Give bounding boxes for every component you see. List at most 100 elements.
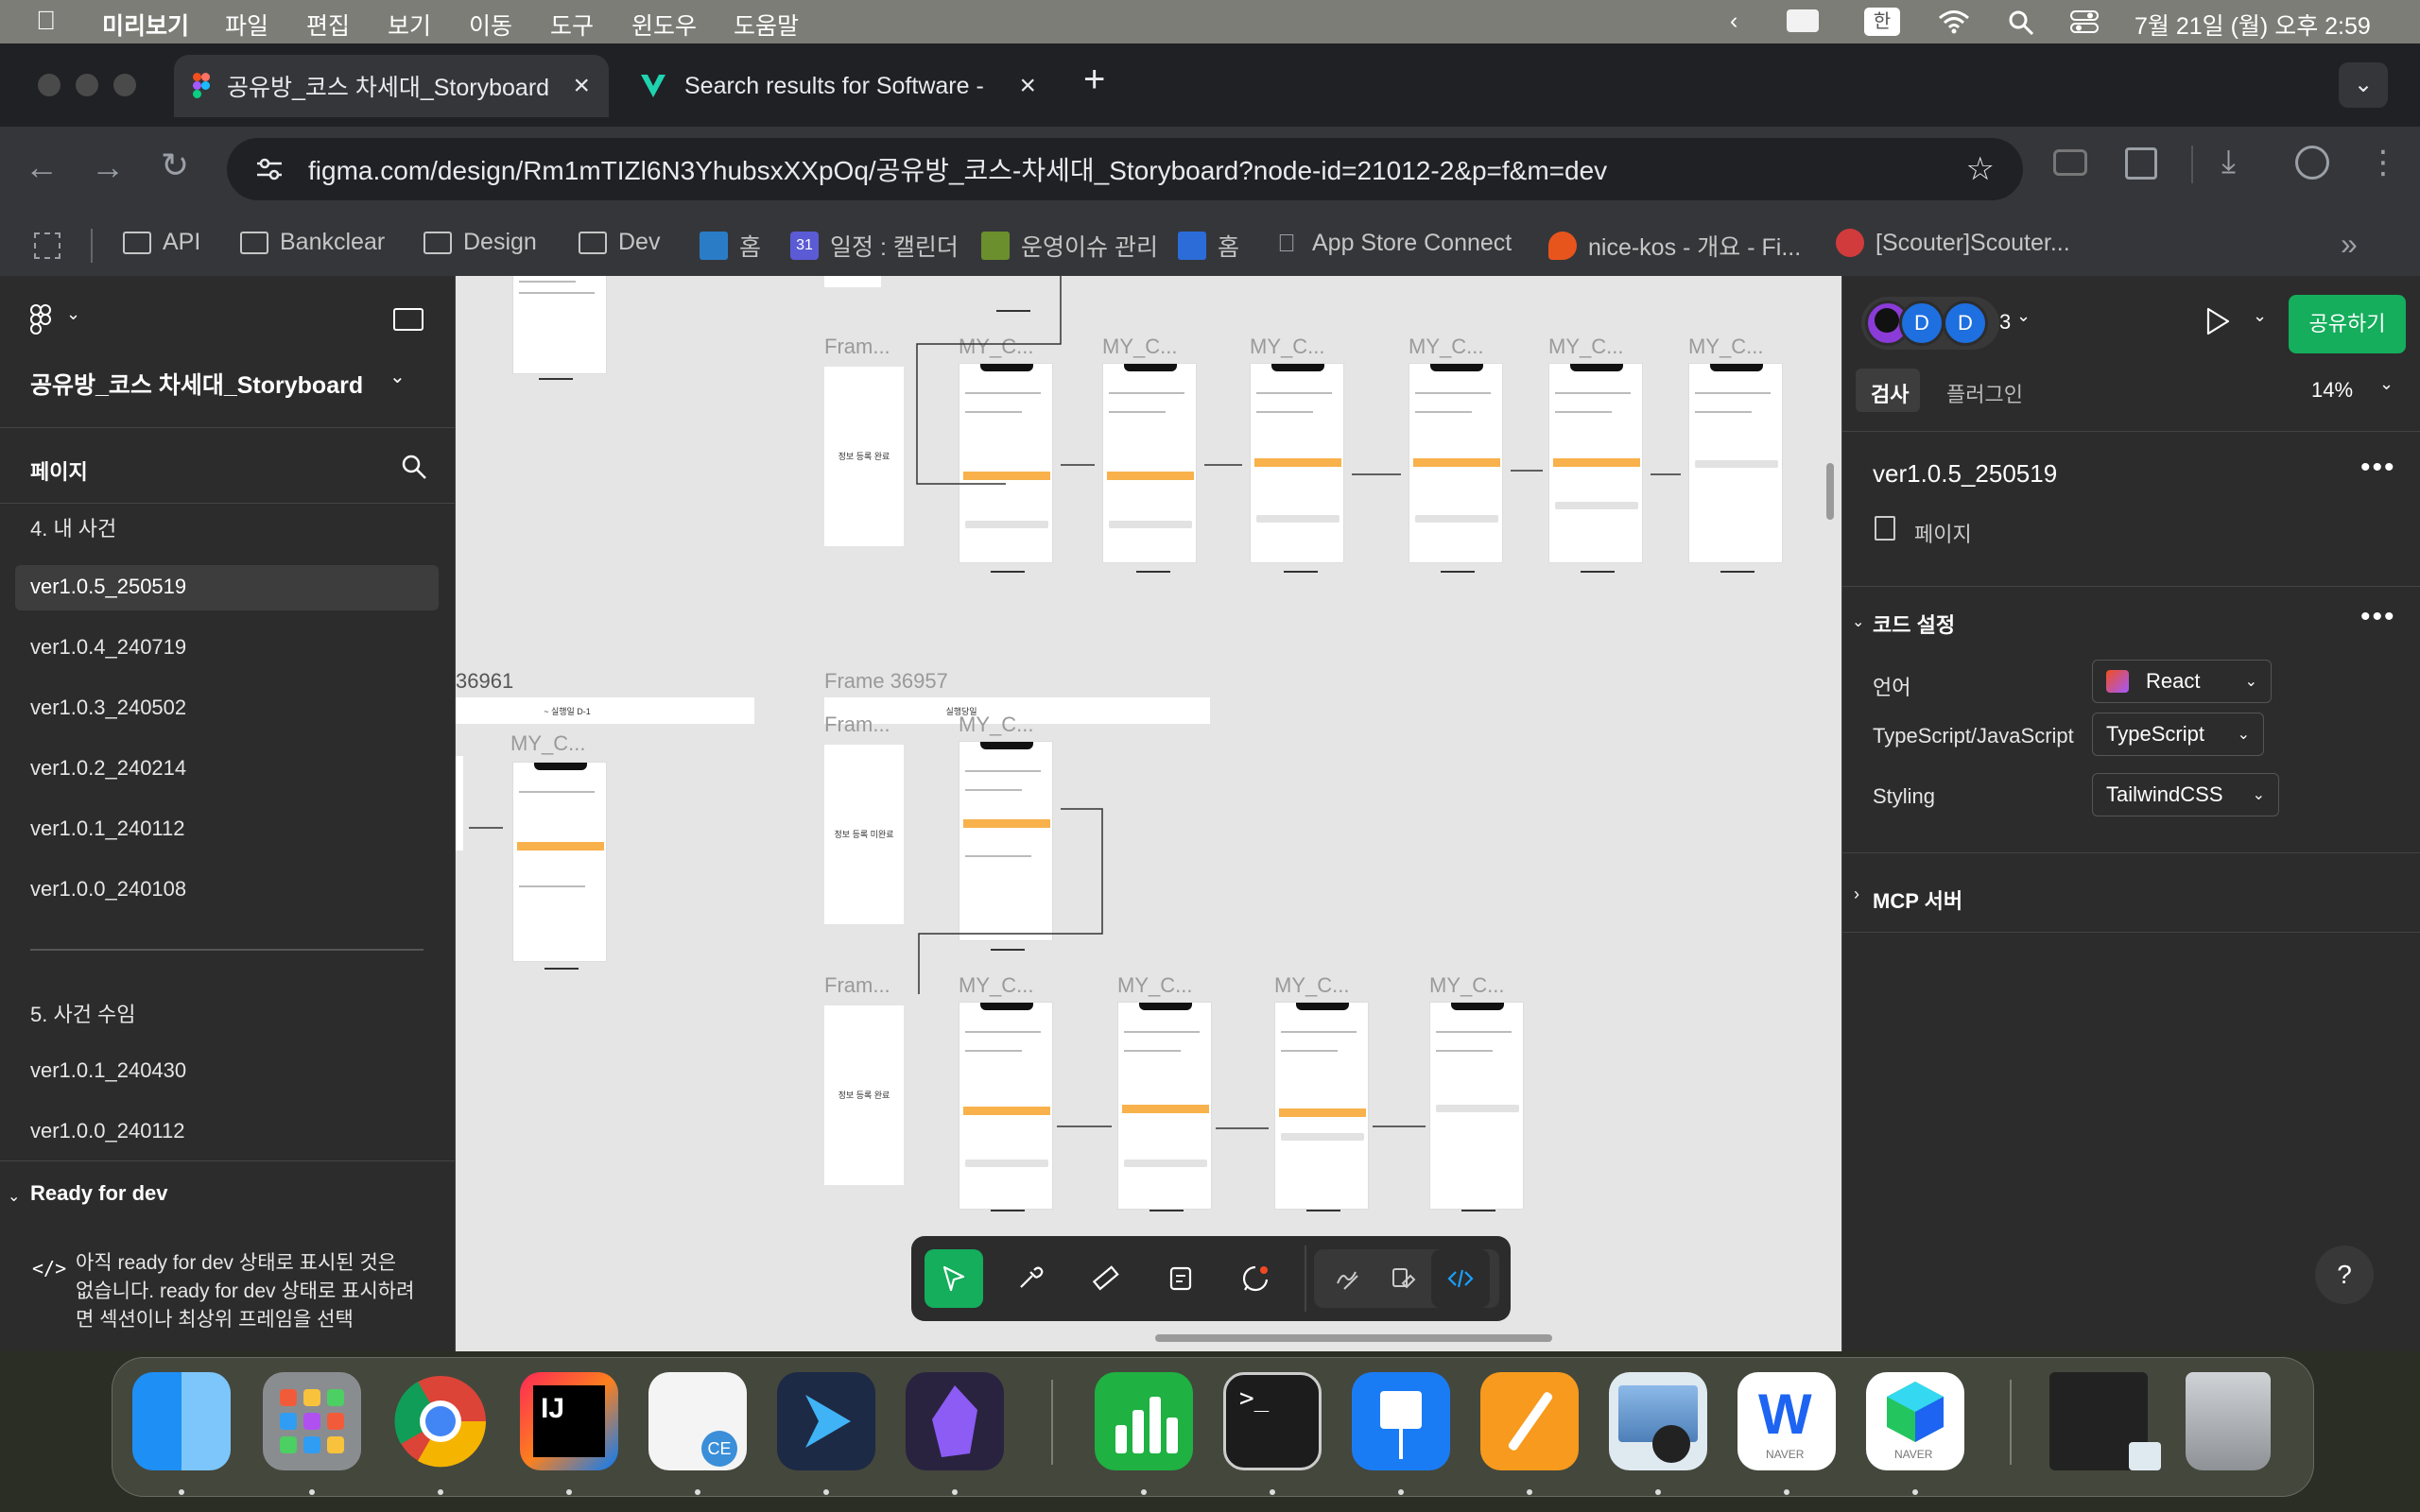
address-bar[interactable]: figma.com/design/Rm1mTIZl6N3YhubsxXXpOq/…	[227, 138, 2023, 200]
chevron-down-icon[interactable]: ⌄	[2016, 306, 2031, 326]
frame-label[interactable]: Fram...	[824, 335, 890, 359]
avatar[interactable]: D	[1943, 301, 1988, 346]
figma-logo-icon[interactable]	[30, 304, 51, 335]
screen-label[interactable]: MY_C...	[959, 973, 1033, 998]
tab-inspect[interactable]: 검사	[1871, 378, 1909, 408]
play-icon[interactable]	[2204, 306, 2232, 336]
bookmark-calendar[interactable]: 31 일정 : 캘린더	[790, 229, 959, 263]
menu-tools[interactable]: 도구	[550, 8, 594, 42]
bookmark-app-store-connect[interactable]:  App Store Connect	[1272, 229, 1512, 257]
search-icon[interactable]	[2008, 9, 2034, 36]
chevron-down-icon[interactable]: ⌄	[8, 1187, 20, 1206]
collaborator-count[interactable]: 3	[1999, 310, 2011, 335]
ts-select[interactable]: TypeScript ⌄	[2092, 713, 2264, 756]
more-options-icon[interactable]: •••	[2360, 452, 2396, 484]
extensions-icon[interactable]	[2125, 147, 2157, 180]
terminal-icon[interactable]: >_	[1223, 1372, 1322, 1470]
numbers-icon[interactable]	[1095, 1372, 1193, 1470]
new-tab-button[interactable]: +	[1083, 59, 1105, 101]
bookmark-nice-kos[interactable]: nice-kos - 개요 - Fi...	[1548, 229, 1801, 263]
design-mode-button[interactable]	[1374, 1249, 1433, 1308]
sidebar-toggle-icon[interactable]	[393, 308, 424, 331]
screen-label[interactable]: MY_C...	[1117, 973, 1192, 998]
recent-document-thumbnail[interactable]	[2049, 1372, 2161, 1470]
keynote-icon[interactable]	[1352, 1372, 1450, 1470]
naver-icon[interactable]: NAVER	[1866, 1372, 1964, 1470]
screen-thumbnail[interactable]	[959, 1002, 1053, 1210]
chrome-icon[interactable]	[391, 1372, 490, 1470]
window-zoom-button[interactable]	[113, 74, 136, 96]
screen-thumbnail[interactable]	[1688, 363, 1783, 563]
frame-label[interactable]: 36961	[456, 669, 513, 694]
arrow-app-icon[interactable]	[777, 1372, 875, 1470]
bookmark-home-2[interactable]: 홈	[1178, 229, 1239, 263]
screen-label[interactable]: MY_C...	[1688, 335, 1763, 359]
horizontal-scrollbar[interactable]	[1155, 1334, 1552, 1342]
pages-icon[interactable]	[1480, 1372, 1579, 1470]
language-select[interactable]: React ⌄	[2092, 660, 2272, 703]
window-minimize-button[interactable]	[76, 74, 98, 96]
trash-icon[interactable]	[2186, 1372, 2271, 1470]
share-button[interactable]: 공유하기	[2289, 295, 2406, 353]
chevron-down-icon[interactable]: ⌄	[1852, 612, 1864, 631]
chevron-down-icon[interactable]: ⌄	[2379, 374, 2394, 394]
eyedropper-tool-button[interactable]	[1000, 1249, 1059, 1308]
profile-icon[interactable]	[2295, 146, 2329, 180]
frame-label[interactable]: Fram...	[824, 973, 890, 998]
download-icon[interactable]: ⤓	[2221, 144, 2236, 180]
file-name[interactable]: 공유방_코스 차세대_Storyboard	[30, 367, 363, 401]
launchpad-icon[interactable]	[263, 1372, 361, 1470]
comment-tool-button[interactable]	[1227, 1249, 1286, 1308]
menu-file[interactable]: 파일	[225, 8, 268, 42]
page-item[interactable]: ver1.0.4_240719	[30, 635, 186, 660]
control-center-icon[interactable]	[2070, 9, 2099, 34]
screen-thumbnail[interactable]	[1117, 1002, 1212, 1210]
bookmark-home-1[interactable]: 홈	[700, 229, 761, 263]
chevron-down-icon[interactable]: ⌄	[389, 365, 406, 388]
tab-search-dropdown[interactable]: ⌄	[2339, 62, 2388, 108]
chevron-down-icon[interactable]: ⌄	[66, 304, 80, 324]
more-options-icon[interactable]: •••	[2360, 601, 2396, 633]
whale-icon[interactable]: W NAVER	[1737, 1372, 1836, 1470]
annotate-tool-button[interactable]	[1151, 1249, 1210, 1308]
page-item[interactable]: ver1.0.0_240108	[30, 877, 186, 902]
ready-for-dev-heading[interactable]: Ready for dev	[30, 1181, 168, 1206]
frame-panel[interactable]	[824, 276, 881, 287]
intellij-icon[interactable]: IJ	[520, 1372, 618, 1470]
menu-view[interactable]: 보기	[388, 8, 431, 42]
frame-status-panel[interactable]: 정보 등록 완료	[824, 1005, 904, 1185]
screen-thumbnail[interactable]	[1429, 1002, 1524, 1210]
page-item[interactable]: 4. 내 사건	[30, 512, 116, 542]
design-canvas[interactable]: Fram... 정보 등록 완료 MY_C... MY_C... MY_C...…	[456, 276, 1841, 1351]
keyboard-icon[interactable]	[1787, 9, 1819, 32]
screen-thumbnail[interactable]	[1274, 1002, 1369, 1210]
frame-label[interactable]: Frame 36957	[824, 669, 948, 694]
bookmark-api[interactable]: API	[123, 229, 200, 256]
page-item[interactable]: ver1.0.1_240430	[30, 1058, 186, 1083]
bookmark-dev[interactable]: Dev	[579, 229, 660, 256]
zoom-level[interactable]: 14%	[2311, 378, 2353, 403]
more-vert-icon[interactable]: ⋮	[2367, 144, 2399, 181]
bookmark-scouter[interactable]: [Scouter]Scouter...	[1836, 229, 2070, 257]
bookmark-design[interactable]: Design	[424, 229, 537, 256]
bookmark-star-icon[interactable]: ☆	[1966, 150, 1995, 188]
reload-icon[interactable]: ↻	[161, 146, 189, 185]
styling-select[interactable]: TailwindCSS ⌄	[2092, 773, 2279, 816]
menu-go[interactable]: 이동	[469, 8, 512, 42]
measure-tool-button[interactable]	[1076, 1249, 1134, 1308]
input-source-indicator[interactable]: 한	[1864, 8, 1900, 36]
search-icon[interactable]	[401, 454, 427, 480]
apps-grid-icon[interactable]	[34, 232, 60, 259]
obsidian-icon[interactable]	[906, 1372, 1004, 1470]
close-icon[interactable]: ×	[1019, 70, 1036, 102]
page-item-selected[interactable]: ver1.0.5_250519	[30, 575, 186, 599]
page-item[interactable]: ver1.0.3_240502	[30, 696, 186, 720]
page-item[interactable]: ver1.0.1_240112	[30, 816, 185, 841]
screen-label[interactable]: MY_C...	[1429, 973, 1504, 998]
preview-icon[interactable]	[1609, 1372, 1707, 1470]
screen-label[interactable]: MY_C...	[1274, 973, 1349, 998]
page-item[interactable]: ver1.0.0_240112	[30, 1119, 185, 1143]
avatar[interactable]: D	[1899, 301, 1945, 346]
help-button[interactable]: ?	[2315, 1246, 2374, 1304]
menu-help[interactable]: 도움말	[734, 8, 799, 42]
